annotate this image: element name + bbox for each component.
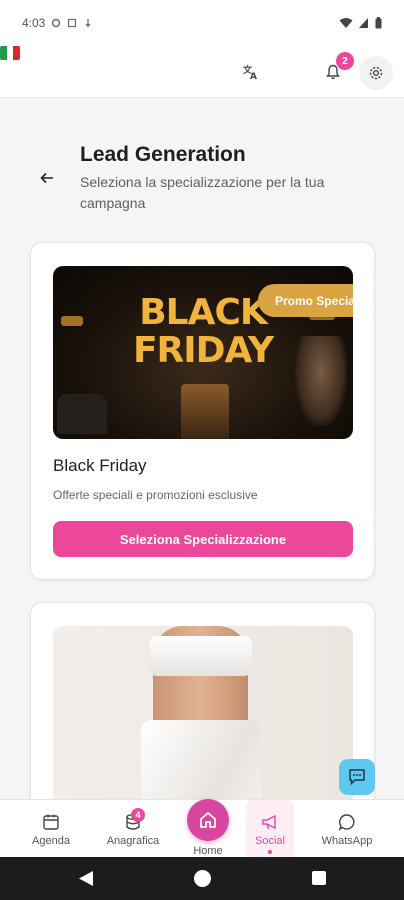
nav-item-whatsapp[interactable]: WhatsApp (316, 800, 378, 858)
home-icon (200, 812, 216, 828)
chat-button[interactable] (339, 759, 375, 795)
chair-decoration (57, 394, 107, 434)
system-recents-icon[interactable] (312, 871, 326, 885)
specialization-card-black-friday[interactable]: BLACK FRIDAY Promo Speciale Black Friday… (30, 242, 375, 580)
model-top (149, 636, 252, 676)
active-indicator-dot (268, 850, 272, 854)
signal-icon (359, 18, 368, 28)
nav-item-agenda[interactable]: Agenda (20, 800, 82, 858)
nav-label-anagrafica: Anagrafica (106, 835, 160, 847)
chat-icon (349, 769, 365, 786)
battery-icon (375, 17, 382, 29)
system-navigation-bar (0, 857, 404, 900)
translate-glyph: 文A (243, 64, 257, 80)
select-specialization-button[interactable]: Seleziona Specializzazione (53, 521, 353, 557)
wifi-icon (339, 18, 353, 28)
status-left: 4:03 (22, 16, 93, 30)
usb-status-icon (85, 19, 91, 27)
card-description: Offerte speciali e promozioni esclusive (53, 488, 258, 502)
nav-item-anagrafica[interactable]: 4 Anagrafica (100, 800, 166, 858)
specialization-card-2[interactable] (30, 602, 375, 822)
svg-text:A: A (250, 72, 257, 80)
translate-icon[interactable]: 文A (241, 60, 261, 84)
card-image-model (53, 626, 353, 821)
calendar-icon (41, 812, 61, 832)
system-back-icon[interactable] (78, 870, 94, 887)
promo-badge: Promo Speciale (258, 284, 353, 317)
screenshot-status-icon (68, 18, 77, 28)
app-header: 文A 2 (0, 46, 404, 98)
notification-badge: 2 (336, 52, 354, 70)
page-subtitle: Seleziona la specializzazione per la tua… (80, 174, 325, 211)
nav-item-social[interactable]: Social (246, 800, 294, 858)
system-home-icon[interactable] (194, 870, 211, 887)
italy-flag-icon[interactable] (0, 46, 20, 60)
anagrafica-badge: 4 (131, 808, 145, 822)
whatsapp-icon (337, 812, 357, 832)
page-title: Lead Generation (80, 143, 246, 166)
card-title: Black Friday (53, 456, 147, 475)
megaphone-icon (260, 812, 280, 832)
image-text-line2: FRIDAY (132, 330, 274, 371)
settings-status-icon (52, 18, 61, 28)
arrow-left-icon (40, 172, 53, 184)
home-button[interactable] (187, 799, 229, 841)
card-image-black-friday: BLACK FRIDAY Promo Speciale (53, 266, 353, 439)
settings-button[interactable] (359, 56, 393, 90)
gear-icon (369, 66, 383, 80)
status-time: 4:03 (22, 16, 46, 30)
nav-label-social: Social (255, 835, 285, 847)
nav-label-home: Home (193, 845, 223, 857)
status-bar: 4:03 (0, 0, 404, 46)
table-decoration (181, 384, 229, 439)
status-right (339, 17, 382, 29)
nav-label-whatsapp: WhatsApp (321, 835, 373, 847)
back-button[interactable] (36, 167, 58, 189)
nav-label-agenda: Agenda (32, 835, 70, 847)
model-image (53, 626, 353, 821)
